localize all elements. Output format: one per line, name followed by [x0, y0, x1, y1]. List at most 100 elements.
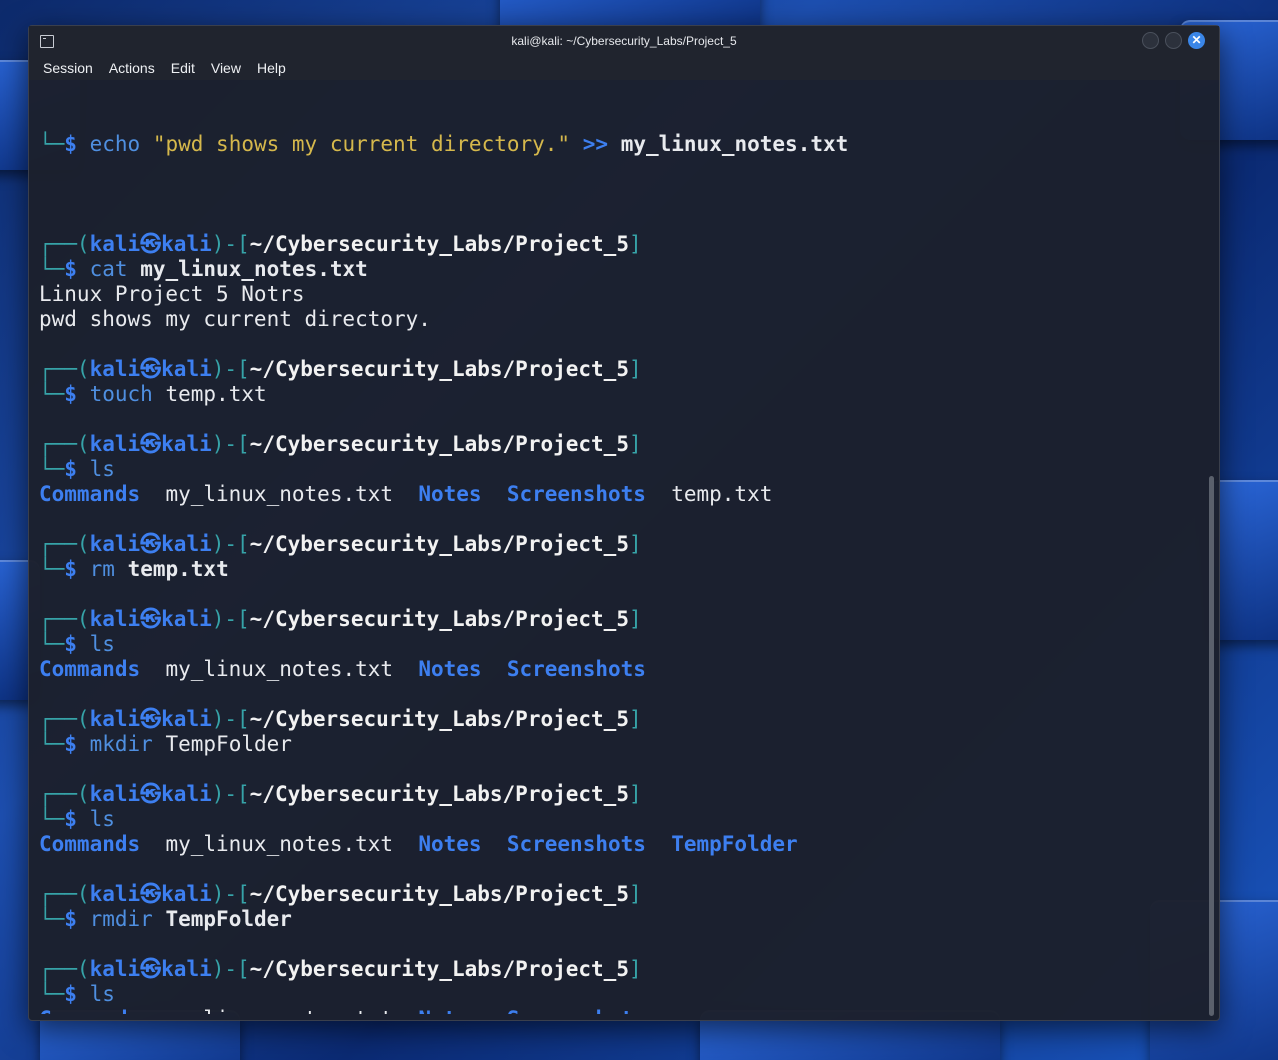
prompt-path: ~/Cybersecurity_Labs/Project_5 — [249, 707, 629, 731]
directory-entry: Notes — [418, 657, 482, 681]
prompt-host: kali — [161, 957, 212, 981]
command-line: └─$ touch temp.txt — [39, 382, 267, 406]
prompt-path: ~/Cybersecurity_Labs/Project_5 — [249, 957, 629, 981]
file-entry: my_linux_notes.txt — [165, 482, 394, 506]
command-line: └─$ ls — [39, 632, 115, 656]
kali-logo-icon: ㉿ — [140, 707, 162, 731]
menu-help[interactable]: Help — [257, 60, 286, 76]
prompt-path: ~/Cybersecurity_Labs/Project_5 — [249, 432, 629, 456]
prompt-user: kali — [89, 707, 141, 731]
prompt-symbol: $ — [64, 632, 77, 656]
prompt-line: ┌──(kali㉿kali)-[~/Cybersecurity_Labs/Pro… — [39, 957, 642, 981]
prompt-host: kali — [161, 357, 212, 381]
close-button[interactable]: ✕ — [1188, 32, 1205, 49]
kali-logo-icon: ㉿ — [140, 357, 162, 381]
command-line: └─$ mkdir TempFolder — [39, 732, 292, 756]
directory-entry: Commands — [39, 1007, 140, 1014]
prompt-user: kali — [89, 882, 141, 906]
prompt-host: kali — [161, 432, 212, 456]
kali-logo-icon: ㉿ — [140, 232, 162, 256]
prompt-line: ┌──(kali㉿kali)-[~/Cybersecurity_Labs/Pro… — [39, 882, 642, 906]
file-entry: temp.txt — [671, 482, 773, 506]
prompt-path: ~/Cybersecurity_Labs/Project_5 — [249, 357, 629, 381]
menu-view[interactable]: View — [211, 60, 241, 76]
prompt-line: ┌──(kali㉿kali)-[~/Cybersecurity_Labs/Pro… — [39, 607, 642, 631]
command-arg: TempFolder — [165, 907, 292, 931]
command-line: └─$ cat my_linux_notes.txt — [39, 257, 368, 281]
directory-entry: Screenshots — [506, 657, 646, 681]
prompt-symbol: $ — [64, 907, 77, 931]
directory-entry: Notes — [418, 1007, 481, 1014]
prompt-user: kali — [89, 432, 141, 456]
directory-entry: Screenshots — [506, 482, 646, 506]
minimize-button[interactable] — [1142, 32, 1159, 49]
command-line: └─$ rm temp.txt — [39, 557, 229, 581]
window-title: kali@kali: ~/Cybersecurity_Labs/Project_… — [511, 34, 737, 48]
prompt-host: kali — [161, 707, 212, 731]
scrollbar[interactable] — [1209, 476, 1214, 1016]
prompt-symbol: $ — [64, 457, 77, 481]
title-bar[interactable]: kali@kali: ~/Cybersecurity_Labs/Project_… — [29, 26, 1219, 56]
kali-logo-icon: ㉿ — [140, 607, 162, 631]
terminal-icon — [40, 35, 54, 48]
kali-logo-icon: ㉿ — [140, 432, 162, 456]
prompt-line: ┌──(kali㉿kali)-[~/Cybersecurity_Labs/Pro… — [39, 782, 642, 806]
prompt-symbol: $ — [64, 982, 77, 1006]
directory-entry: TempFolder — [671, 832, 798, 856]
prompt-symbol: $ — [64, 732, 77, 756]
command-name: ls — [89, 457, 115, 481]
ls-output-line: Commands my_linux_notes.txt Notes Screen… — [39, 482, 1205, 507]
file-entry: my_linux_notes.txt — [165, 832, 394, 856]
directory-entry: Notes — [418, 482, 482, 506]
output-line: Linux Project 5 Notrs — [39, 282, 305, 306]
file-entry: my_linux_notes.txt — [165, 1007, 393, 1014]
prompt-symbol: $ — [64, 382, 77, 406]
command-arg: temp.txt — [127, 557, 229, 581]
terminal-line: └─$ echo "pwd shows my current directory… — [39, 132, 849, 156]
terminal-window[interactable]: kali@kali: ~/Cybersecurity_Labs/Project_… — [28, 25, 1220, 1021]
command-line: └─$ ls — [39, 982, 115, 1006]
prompt-user: kali — [89, 232, 141, 256]
prompt-line: ┌──(kali㉿kali)-[~/Cybersecurity_Labs/Pro… — [39, 232, 642, 256]
command-name: mkdir — [89, 732, 153, 756]
command-name: ls — [89, 632, 115, 656]
prompt-user: kali — [89, 607, 141, 631]
ls-output-line: Commands my_linux_notes.txt Notes Screen… — [39, 1007, 1205, 1014]
menu-edit[interactable]: Edit — [171, 60, 195, 76]
menu-session[interactable]: Session — [43, 60, 93, 76]
maximize-button[interactable] — [1165, 32, 1182, 49]
menu-actions[interactable]: Actions — [109, 60, 155, 76]
command-line: └─$ rmdir TempFolder — [39, 907, 292, 931]
prompt-symbol: $ — [64, 557, 77, 581]
directory-entry: Screenshots — [507, 1007, 646, 1014]
prompt-line: ┌──(kali㉿kali)-[~/Cybersecurity_Labs/Pro… — [39, 707, 642, 731]
prompt-path: ~/Cybersecurity_Labs/Project_5 — [249, 232, 629, 256]
command-name: ls — [89, 982, 115, 1006]
directory-entry: Screenshots — [506, 832, 646, 856]
directory-entry: Commands — [39, 482, 141, 506]
prompt-host: kali — [161, 232, 212, 256]
prompt-line: ┌──(kali㉿kali)-[~/Cybersecurity_Labs/Pro… — [39, 532, 642, 556]
prompt-path: ~/Cybersecurity_Labs/Project_5 — [249, 782, 629, 806]
command-line: └─$ ls — [39, 807, 115, 831]
command-name: cat — [89, 257, 128, 281]
directory-entry: Commands — [39, 832, 141, 856]
command-name: ls — [89, 807, 115, 831]
terminal-output[interactable]: └─$ echo "pwd shows my current directory… — [39, 82, 1205, 1014]
menu-bar: Session Actions Edit View Help — [29, 56, 1219, 80]
prompt-user: kali — [89, 357, 141, 381]
command-name: rm — [89, 557, 115, 581]
kali-logo-icon: ㉿ — [140, 957, 162, 981]
prompt-path: ~/Cybersecurity_Labs/Project_5 — [249, 607, 629, 631]
command-arg: temp.txt — [165, 382, 267, 406]
prompt-line: ┌──(kali㉿kali)-[~/Cybersecurity_Labs/Pro… — [39, 432, 642, 456]
command-name: touch — [89, 382, 153, 406]
